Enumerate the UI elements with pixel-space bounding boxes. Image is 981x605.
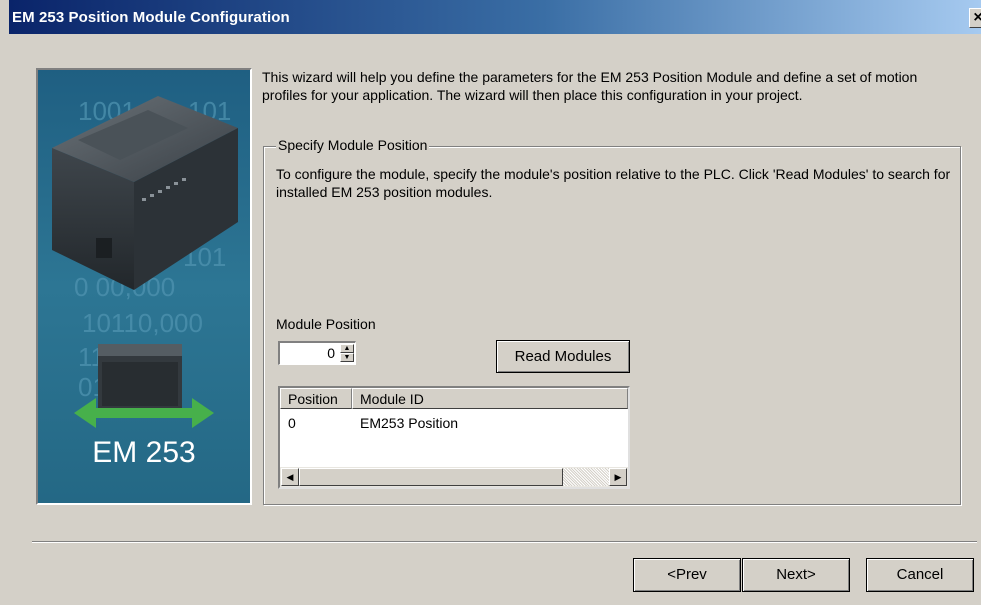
window-title: EM 253 Position Module Configuration xyxy=(12,9,290,26)
modules-list[interactable]: Position Module ID 0 EM253 Position ◀ ▶ xyxy=(278,386,630,489)
scrollbar-track[interactable] xyxy=(563,468,609,486)
module-position-label: Module Position xyxy=(276,316,376,332)
wizard-side-image: 1001 101 101 0 00,000 10110,000 1101010 … xyxy=(36,68,252,505)
row-module-id: EM253 Position xyxy=(360,415,459,431)
svg-text:10110,000: 10110,000 xyxy=(82,308,203,338)
stepper-buttons: ▲ ▼ xyxy=(340,344,354,363)
module-position-group: Specify Module Position To configure the… xyxy=(263,137,961,505)
group-description: To configure the module, specify the mod… xyxy=(276,166,951,200)
group-legend: Specify Module Position xyxy=(276,137,430,153)
table-row[interactable]: 0 EM253 Position xyxy=(280,415,628,435)
list-header: Position Module ID xyxy=(280,388,628,410)
read-modules-button[interactable]: Read Modules xyxy=(496,340,630,373)
scroll-right-icon[interactable]: ▶ xyxy=(609,468,627,486)
column-header-module-id[interactable]: Module ID xyxy=(352,388,628,409)
product-label: EM 253 xyxy=(92,436,195,469)
cancel-button[interactable]: Cancel xyxy=(866,558,974,592)
scroll-left-icon[interactable]: ◀ xyxy=(281,468,299,486)
divider xyxy=(32,541,977,543)
module-position-value[interactable]: 0 xyxy=(327,345,335,361)
next-button[interactable]: Next> xyxy=(742,558,850,592)
module-position-stepper[interactable]: 0 ▲ ▼ xyxy=(278,341,356,365)
horizontal-scrollbar[interactable]: ◀ ▶ xyxy=(280,467,628,487)
stepper-up-button[interactable]: ▲ xyxy=(340,344,354,353)
em253-product-illustration: 1001 101 101 0 00,000 10110,000 1101010 … xyxy=(38,70,250,503)
row-position: 0 xyxy=(288,415,296,431)
prev-button[interactable]: <Prev xyxy=(633,558,741,592)
close-button[interactable]: × xyxy=(969,8,981,28)
title-bar: EM 253 Position Module Configuration × xyxy=(9,0,981,34)
stepper-down-button[interactable]: ▼ xyxy=(340,353,354,362)
scrollbar-thumb[interactable] xyxy=(299,468,563,486)
column-header-position[interactable]: Position xyxy=(280,388,352,409)
em253-module-graphic xyxy=(98,344,182,418)
intro-text: This wizard will help you define the par… xyxy=(262,69,918,103)
